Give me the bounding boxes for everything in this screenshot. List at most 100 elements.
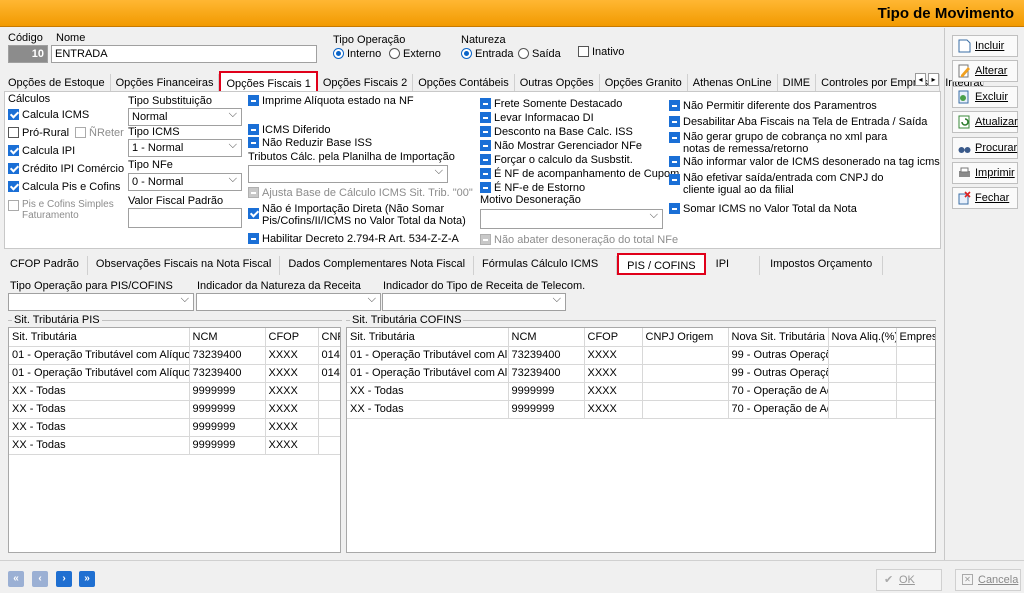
subtab-ipi[interactable]: IPI	[706, 256, 761, 275]
indicador-natureza-select[interactable]	[196, 293, 381, 311]
calcula-ipi-checkbox[interactable]: Calcula IPI	[8, 145, 75, 157]
column-header[interactable]: CFOP	[584, 328, 643, 347]
column-header[interactable]: Empres	[896, 328, 935, 347]
imprimir-button[interactable]: Imprimir	[952, 162, 1018, 184]
incluir-button[interactable]: Incluir	[952, 35, 1018, 57]
calcula-icms-checkbox[interactable]: Calcula ICMS	[8, 109, 89, 121]
table-row[interactable]: 01 - Operação Tributável com Alíquota732…	[347, 364, 935, 383]
pis-grid[interactable]: Sit. TributáriaNCMCFOPCNP 01 - Operação …	[8, 327, 341, 553]
pro-rural-checkbox[interactable]: Pró-Rural	[8, 127, 69, 139]
previous-record-icon[interactable]: ‹	[32, 571, 48, 587]
radio-saida[interactable]: Saída	[518, 48, 561, 60]
column-header[interactable]: NCM	[189, 328, 266, 347]
nao-reduzir-iss-checkbox[interactable]: Não Reduzir Base ISS	[248, 137, 372, 149]
ajusta-base-checkbox[interactable]: Ajusta Base de Cálculo ICMS Sit. Trib. "…	[248, 187, 473, 199]
subtab-dados-complementares[interactable]: Dados Complementares Nota Fiscal	[280, 256, 475, 275]
motivo-select[interactable]	[480, 209, 663, 229]
table-row[interactable]: XX - Todas 9999999 XXXX	[9, 400, 340, 419]
valor-fiscal-field[interactable]	[128, 208, 242, 228]
nome-field[interactable]: ENTRADA	[51, 45, 317, 63]
sub-tabs: CFOP Padrão Observações Fiscais na Nota …	[4, 253, 884, 275]
checkbox-partial-icon	[480, 182, 491, 193]
excluir-button[interactable]: Excluir	[952, 86, 1018, 108]
last-record-icon[interactable]: »	[79, 571, 95, 587]
table-row[interactable]: XX - Todas9999999XXXX70 - Operação de Aq…	[347, 382, 935, 401]
first-record-icon[interactable]: «	[8, 571, 24, 587]
column-header[interactable]: CNPJ Origem	[642, 328, 729, 347]
tributos-select[interactable]	[248, 165, 448, 183]
subtab-pis-cofins[interactable]: PIS / COFINS	[617, 253, 706, 275]
tipo-icms-label: Tipo ICMS	[128, 126, 180, 138]
tab-scroll-left-icon[interactable]: ◂	[915, 73, 926, 86]
atualizar-button[interactable]: Atualizar	[952, 111, 1018, 133]
frete-checkbox[interactable]: Frete Somente Destacado	[480, 98, 622, 110]
column-header[interactable]: CFOP	[265, 328, 319, 347]
subtab-formulas-icms[interactable]: Fórmulas Cálculo ICMS	[474, 256, 618, 275]
nfe-estorno-checkbox[interactable]: É NF-e de Estorno	[480, 182, 585, 194]
nao-informar-checkbox[interactable]: Não informar valor de ICMS desonerado na…	[669, 156, 940, 168]
column-header[interactable]: CNP	[318, 328, 340, 347]
procurar-button[interactable]: Procurar	[952, 137, 1018, 159]
nao-mostrar-checkbox[interactable]: Não Mostrar Gerenciador NFe	[480, 140, 642, 152]
levar-info-checkbox[interactable]: Levar Informacao DI	[480, 112, 594, 124]
radio-externo[interactable]: Externo	[389, 48, 441, 60]
table-row[interactable]: 01 - Operação Tributável com Alíquota732…	[347, 346, 935, 365]
cancela-button[interactable]: ✕ Cancela	[955, 569, 1021, 591]
checkbox-partial-icon	[248, 124, 259, 135]
nao-permitir-checkbox[interactable]: Não Permitir diferente dos Paramentros	[669, 100, 877, 112]
fechar-button[interactable]: Fechar	[952, 187, 1018, 209]
radio-interno[interactable]: Interno	[333, 48, 381, 60]
desconto-base-checkbox[interactable]: Desconto na Base Calc. ISS	[480, 126, 633, 138]
table-row[interactable]: 01 - Operação Tributável com Alíquota732…	[9, 364, 340, 383]
pis-simples-checkbox[interactable]: Pis e Cofins Simples Faturamento	[8, 199, 123, 221]
nao-gerar-checkbox[interactable]: Não gerar grupo de cobrança no xml para …	[669, 131, 894, 155]
somar-icms-checkbox[interactable]: Somar ICMS no Valor Total da Nota	[669, 203, 857, 215]
subtab-impostos-orcamento[interactable]: Impostos Orçamento	[760, 256, 884, 275]
indicador-natureza-label: Indicador da Natureza da Receita	[197, 280, 361, 292]
radio-on-icon	[333, 48, 344, 59]
tipo-nfe-select[interactable]: 0 - Normal	[128, 173, 242, 191]
radio-entrada[interactable]: Entrada	[461, 48, 514, 60]
desabilitar-checkbox[interactable]: Desabilitar Aba Fiscais na Tela de Entra…	[669, 116, 927, 128]
inativo-checkbox[interactable]: Inativo	[578, 46, 624, 58]
calcula-pis-checkbox[interactable]: Calcula Pis e Cofins	[8, 181, 120, 193]
tipo-subst-select[interactable]: Normal	[128, 108, 242, 126]
valor-fiscal-label: Valor Fiscal Padrão	[128, 195, 224, 207]
nao-importacao-checkbox[interactable]: Não é Importação Direta (Não Somar Pis/C…	[248, 203, 468, 227]
imprime-aliquota-checkbox[interactable]: Imprime Alíquota estado na NF	[248, 95, 414, 107]
column-header[interactable]: Nova Aliq.(%)	[828, 328, 897, 347]
table-row[interactable]: XX - Todas9999999XXXX70 - Operação de Aq…	[347, 400, 935, 419]
pis-group-label: Sit. Tributária PIS	[12, 314, 102, 326]
tipo-icms-select[interactable]: 1 - Normal	[128, 139, 242, 157]
subtab-cfop-padrao[interactable]: CFOP Padrão	[4, 256, 88, 275]
checkbox-partial-icon	[669, 132, 680, 143]
table-row[interactable]: XX - Todas 9999999 XXXX	[9, 382, 340, 401]
column-header[interactable]: NCM	[508, 328, 585, 347]
column-header[interactable]: Nova Sit. Tributária	[728, 328, 829, 347]
tipo-op-pis-select[interactable]	[8, 293, 194, 311]
alterar-button[interactable]: Alterar	[952, 60, 1018, 82]
nreter-checkbox[interactable]: ÑReter	[75, 127, 124, 139]
table-row[interactable]: XX - Todas 9999999 XXXX	[9, 418, 340, 437]
checkbox-partial-icon	[480, 112, 491, 123]
next-record-icon[interactable]: ›	[56, 571, 72, 587]
nao-efetivar-checkbox[interactable]: Não efetivar saída/entrada com CNPJ do c…	[669, 172, 904, 196]
codigo-field[interactable]: 10	[8, 45, 48, 63]
nf-acomp-checkbox[interactable]: É NF de acompanhamento de Cupom	[480, 168, 679, 180]
table-row[interactable]: 01 - Operação Tributável com Alíquota732…	[9, 346, 340, 365]
cofins-grid[interactable]: Sit. Tributária NCM CFOP CNPJ Origem Nova Si…	[346, 327, 936, 553]
indicador-tipo-select[interactable]	[382, 293, 566, 311]
column-header[interactable]: Sit. Tributária	[347, 328, 509, 347]
checkbox-icon	[578, 46, 589, 57]
table-row[interactable]: XX - Todas 9999999 XXXX	[9, 436, 340, 455]
column-header[interactable]: Sit. Tributária	[9, 328, 190, 347]
icms-diferido-checkbox[interactable]: ICMS Diferido	[248, 124, 330, 136]
subtab-observacoes[interactable]: Observações Fiscais na Nota Fiscal	[88, 256, 281, 275]
tab-opcoes-fiscais-1[interactable]: Opções Fiscais 1	[219, 71, 318, 93]
habilitar-decreto-checkbox[interactable]: Habilitar Decreto 2.794-R Art. 534-Z-Z-A	[248, 233, 459, 245]
forcar-checkbox[interactable]: Forçar o calculo da Susbstit.	[480, 154, 633, 166]
tab-scroll-right-icon[interactable]: ▸	[928, 73, 939, 86]
nao-abater-checkbox[interactable]: Não abater desoneração do total NFe	[480, 234, 678, 246]
credito-ipi-checkbox[interactable]: Crédito IPI Comércio	[8, 163, 124, 175]
ok-button[interactable]: ✔ OK	[876, 569, 942, 591]
